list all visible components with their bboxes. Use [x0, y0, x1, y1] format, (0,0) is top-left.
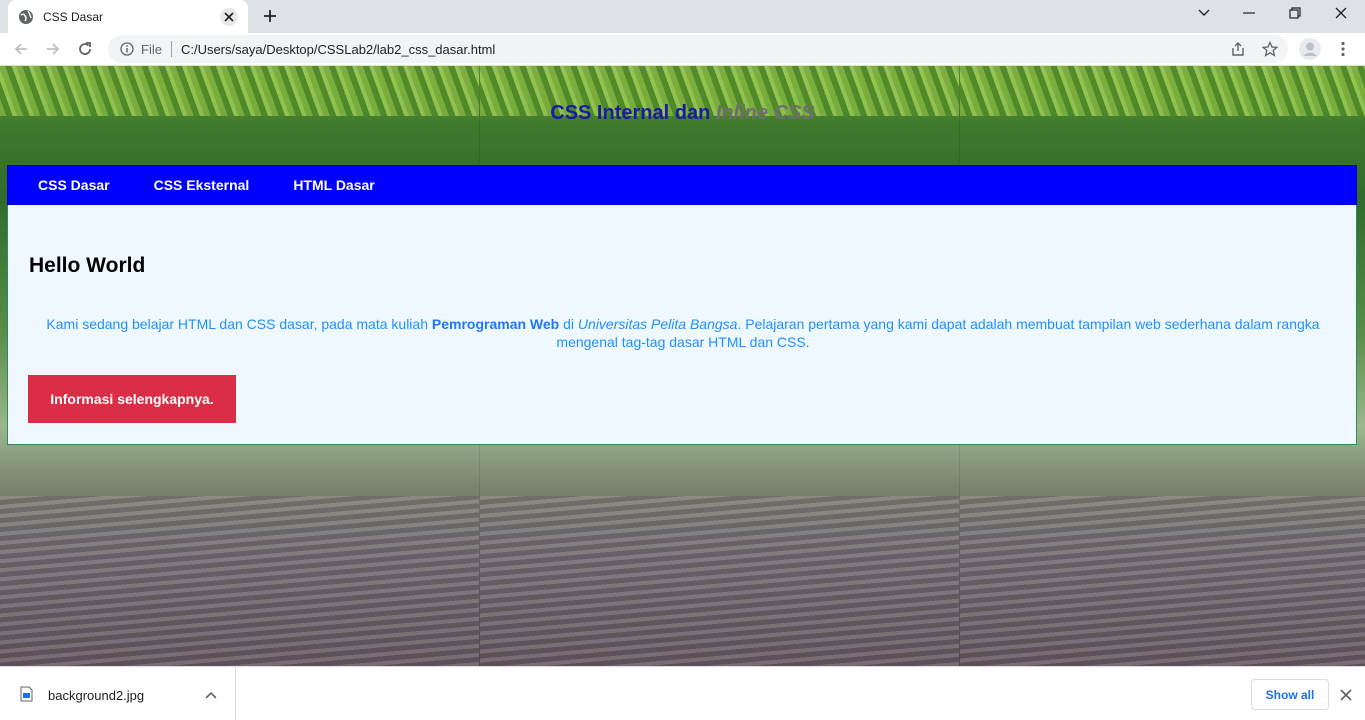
- url-separator: [170, 41, 172, 57]
- nav-item-html-dasar[interactable]: HTML Dasar: [293, 177, 374, 193]
- top-navigation: CSS Dasar CSS Eksternal HTML Dasar: [7, 165, 1357, 205]
- page-heading: Hello World: [29, 254, 146, 277]
- download-bar: background2.jpg Show all: [0, 666, 1365, 720]
- address-bar[interactable]: File C:/Users/saya/Desktop/CSSLab2/lab2_…: [108, 35, 1288, 63]
- page-viewport: CSS Internal dan Inline CSS CSS Dasar CS…: [0, 66, 1365, 666]
- intro-paragraph: Kami sedang belajar HTML dan CSS dasar, …: [28, 315, 1338, 351]
- restore-icon[interactable]: [1275, 0, 1315, 26]
- browser-toolbar: File C:/Users/saya/Desktop/CSSLab2/lab2_…: [0, 33, 1365, 66]
- browser-tab[interactable]: CSS Dasar: [8, 0, 248, 33]
- para-italic: Universitas Pelita Bangsa: [577, 316, 738, 332]
- url-text[interactable]: C:/Users/saya/Desktop/CSSLab2/lab2_css_d…: [181, 42, 495, 57]
- site-title-main: CSS Internal dan: [550, 102, 711, 124]
- url-scheme: File: [141, 41, 162, 57]
- nav-item-css-dasar[interactable]: CSS Dasar: [38, 177, 110, 193]
- close-download-bar-icon[interactable]: [1337, 686, 1355, 704]
- nav-item-css-eksternal[interactable]: CSS Eksternal: [154, 177, 250, 193]
- reload-icon[interactable]: [73, 37, 97, 61]
- download-file-name: background2.jpg: [48, 688, 145, 703]
- site-title-italic: Inline CSS: [715, 102, 815, 124]
- close-window-icon[interactable]: [1321, 0, 1361, 26]
- profile-avatar-icon[interactable]: [1298, 37, 1322, 61]
- close-tab-icon[interactable]: [220, 7, 238, 26]
- download-item[interactable]: background2.jpg: [0, 667, 236, 720]
- info-icon[interactable]: [119, 41, 135, 57]
- back-icon[interactable]: [9, 37, 33, 61]
- forward-icon[interactable]: [41, 37, 65, 61]
- more-info-button[interactable]: Informasi selengkapnya.: [28, 375, 236, 423]
- chevron-up-icon[interactable]: [203, 687, 219, 703]
- site-title: CSS Internal dan Inline CSS: [0, 102, 1365, 125]
- new-tab-button[interactable]: [257, 3, 283, 29]
- globe-icon: [18, 9, 34, 25]
- share-icon[interactable]: [1229, 40, 1247, 58]
- tab-search-icon[interactable]: [1184, 0, 1224, 26]
- para-part1: Kami sedang belajar HTML dan CSS dasar, …: [46, 316, 432, 332]
- minimize-icon[interactable]: [1229, 0, 1269, 26]
- show-all-button[interactable]: Show all: [1251, 679, 1329, 710]
- tab-strip: CSS Dasar: [0, 0, 1365, 33]
- para-bold: Pemrograman Web: [431, 316, 560, 332]
- bookmark-star-icon[interactable]: [1261, 40, 1279, 58]
- menu-kebab-icon[interactable]: [1331, 37, 1355, 61]
- tab-title: CSS Dasar: [43, 9, 104, 24]
- image-file-icon: [20, 686, 33, 702]
- content-box: Hello World Kami sedang belajar HTML dan…: [7, 205, 1357, 445]
- para-part2: di: [559, 316, 578, 332]
